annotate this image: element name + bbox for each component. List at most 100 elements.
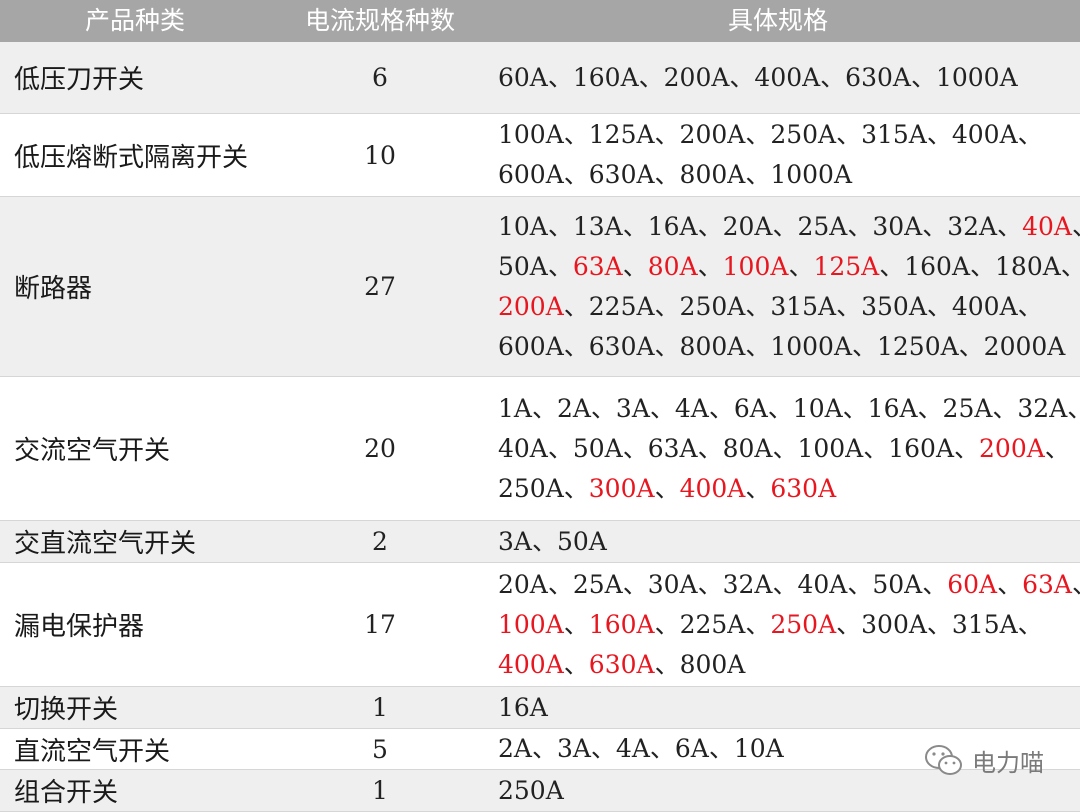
spec-highlight: 63A <box>572 251 623 281</box>
spec-text: 、 <box>697 251 723 281</box>
product-type-cell: 组合开关 <box>14 778 119 808</box>
spec-text: 3A、50A <box>498 526 607 556</box>
spec-text: 、 <box>1072 212 1080 241</box>
spec-text: 10A、13A、16A、20A、25A、30A、32A、 <box>498 211 1023 241</box>
spec-text: 1A、2A、3A、4A、6A、10A、16A、25A、32A、 <box>498 393 1080 423</box>
spec-text: 、225A、250A、315A、350A、400A、 <box>563 291 1043 321</box>
specs-cell: 60A、160A、200A、400A、630A、1000A <box>498 42 1058 113</box>
spec-text: 、 <box>788 251 814 281</box>
table-row: 切换开关 1 16A <box>0 687 1080 729</box>
spec-highlight: 300A <box>588 473 655 503</box>
spec-line: 2A、3A、4A、6A、10A <box>498 729 784 769</box>
table-row: 低压刀开关 6 60A、160A、200A、400A、630A、1000A <box>0 42 1080 114</box>
spec-text: 、800A <box>654 649 746 679</box>
spec-count-cell: 10 <box>364 140 396 170</box>
spec-highlight: 100A <box>498 609 564 639</box>
spec-line: 100A、160A、225A、250A、300A、315A、 <box>498 605 1080 645</box>
spec-text: 、225A、 <box>654 609 771 639</box>
spec-text: 600A、630A、800A、1000A、1250A、2000A <box>498 331 1066 361</box>
specs-cell: 16A <box>498 687 1058 728</box>
product-type-cell: 低压刀开关 <box>14 65 145 95</box>
spec-highlight: 40A <box>1022 211 1072 241</box>
spec-highlight: 400A <box>498 649 564 679</box>
header-spec-count: 电流规格种数 <box>304 6 455 35</box>
spec-line: 1A、2A、3A、4A、6A、10A、16A、25A、32A、 <box>498 389 1080 429</box>
header-specs: 具体规格 <box>727 6 828 35</box>
spec-text: 、 <box>654 473 680 503</box>
spec-highlight: 200A <box>498 291 564 321</box>
spec-text: 、 <box>1044 433 1070 463</box>
product-type-cell: 交流空气开关 <box>14 436 171 466</box>
spec-count-cell: 5 <box>372 734 388 764</box>
spec-line: 400A、630A、800A <box>498 645 1080 685</box>
table-row: 交直流空气开关 2 3A、50A <box>0 521 1080 563</box>
product-type-cell: 断路器 <box>14 274 93 304</box>
table-header: 产品种类 电流规格种数 具体规格 <box>0 0 1080 42</box>
table-row: 断路器2710A、13A、16A、20A、25A、30A、32A、40A、50A… <box>0 197 1080 377</box>
spec-highlight: 630A <box>770 473 837 503</box>
spec-text: 、300A、315A、 <box>836 609 1043 639</box>
spec-text: 、 <box>563 609 589 639</box>
spec-line: 600A、630A、800A、1000A、1250A、2000A <box>498 327 1080 367</box>
spec-highlight: 630A <box>588 649 655 679</box>
spec-count-cell: 1 <box>372 776 388 805</box>
spec-line: 250A <box>498 771 564 811</box>
table-row: 组合开关 1 250A <box>0 770 1080 812</box>
spec-count-cell: 6 <box>372 63 388 92</box>
watermark-text: 电力喵 <box>972 749 1044 777</box>
spec-line: 50A、63A、80A、100A、125A、160A、180A、 <box>498 247 1080 287</box>
wechat-icon <box>925 744 962 775</box>
watermark: 电力喵 <box>924 743 1044 778</box>
spec-count-cell: 2 <box>372 527 388 556</box>
spec-count-cell: 17 <box>364 610 396 639</box>
spec-text: 100A、125A、200A、250A、315A、400A、 <box>498 120 1043 149</box>
specs-cell: 10A、13A、16A、20A、25A、30A、32A、40A、50A、63A、… <box>498 197 1080 376</box>
spec-line: 600A、630A、800A、1000A <box>498 155 1043 195</box>
spec-line: 3A、50A <box>498 522 607 562</box>
header-product-type: 产品种类 <box>84 6 185 35</box>
spec-line: 200A、225A、250A、315A、350A、400A、 <box>498 287 1080 327</box>
spec-highlight: 63A <box>1022 569 1072 599</box>
spec-highlight: 400A <box>679 473 746 503</box>
spec-highlight: 250A <box>770 609 837 639</box>
spec-highlight: 125A <box>813 251 880 281</box>
table-row: 交流空气开关 20 1A、2A、3A、4A、6A、10A、16A、25A、32A、 4… <box>0 377 1080 521</box>
product-type-cell: 交直流空气开关 <box>14 529 197 559</box>
table-row: 低压熔断式隔离开关 10 100A、125A、200A、250A、315A、400A… <box>0 114 1080 197</box>
spec-text: 60A、160A、200A、400A、630A、1000A <box>498 62 1018 92</box>
spec-text: 50A、 <box>498 251 573 281</box>
spec-count-cell: 1 <box>372 693 388 722</box>
spec-line: 100A、125A、200A、250A、315A、400A、 <box>498 115 1043 155</box>
spec-highlight: 160A <box>588 609 655 639</box>
spec-line: 16A <box>498 688 548 728</box>
spec-text: 250A、 <box>498 473 589 503</box>
spec-text: 、 <box>1072 570 1080 599</box>
spec-text: 、 <box>997 569 1023 599</box>
spec-line: 250A、300A、400A、630A <box>498 469 1080 509</box>
specs-cell: 100A、125A、200A、250A、315A、400A、 600A、630A、… <box>498 114 1058 196</box>
spec-line: 60A、160A、200A、400A、630A、1000A <box>498 58 1018 98</box>
spec-text: 20A、25A、30A、32A、40A、50A、 <box>498 569 948 599</box>
spec-text: 、160A、180A、 <box>879 251 1080 281</box>
spec-highlight: 100A <box>722 251 789 281</box>
spec-text: 、 <box>563 649 589 679</box>
spec-highlight: 200A <box>979 433 1045 463</box>
spec-line: 10A、13A、16A、20A、25A、30A、32A、40A、 <box>498 207 1080 247</box>
spec-line: 40A、50A、63A、80A、100A、160A、200A、 <box>498 429 1080 469</box>
spec-text: 250A <box>498 775 564 805</box>
spec-text: 16A <box>498 692 548 722</box>
spec-count-cell: 27 <box>364 272 396 301</box>
table-row: 漏电保护器1720A、25A、30A、32A、40A、50A、60A、63A、1… <box>0 563 1080 687</box>
product-type-cell: 漏电保护器 <box>14 612 145 642</box>
spec-text: 600A、630A、800A、1000A <box>498 160 852 189</box>
spec-count-cell: 20 <box>364 434 396 463</box>
product-type-cell: 低压熔断式隔离开关 <box>14 142 249 173</box>
spec-text: 、 <box>622 251 648 281</box>
specs-cell: 3A、50A <box>498 521 1058 562</box>
spec-highlight: 60A <box>947 569 998 599</box>
spec-text: 40A、50A、63A、80A、100A、160A、 <box>498 433 980 463</box>
product-type-cell: 切换开关 <box>14 695 119 725</box>
spec-line: 20A、25A、30A、32A、40A、50A、60A、63A、 <box>498 565 1080 605</box>
specs-cell: 20A、25A、30A、32A、40A、50A、60A、63A、100A、160… <box>498 563 1080 686</box>
product-type-cell: 直流空气开关 <box>14 736 171 767</box>
